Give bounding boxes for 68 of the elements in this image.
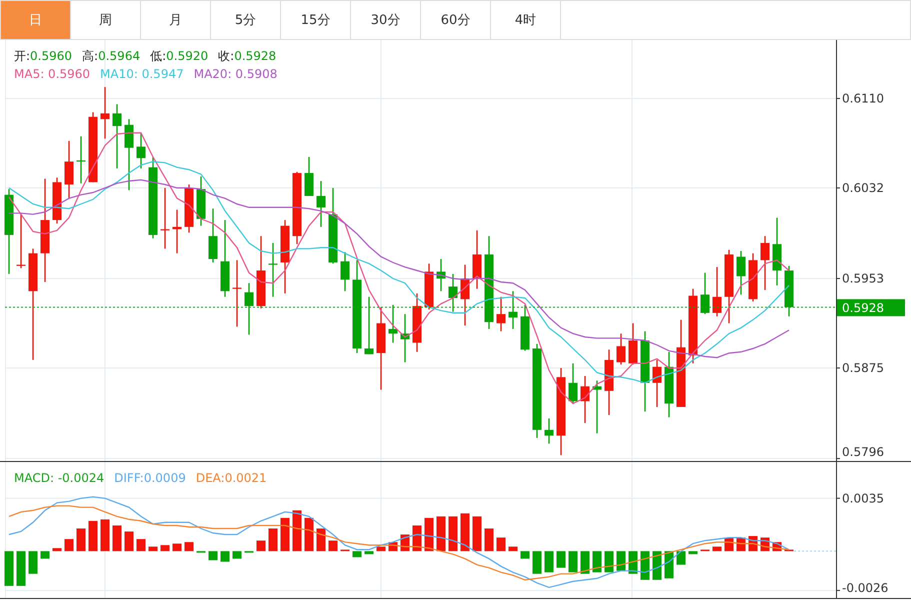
candlestick [448, 274, 458, 312]
candlestick [760, 236, 770, 290]
candlestick [424, 264, 434, 310]
candlestick [112, 104, 122, 168]
candlestick [160, 188, 170, 249]
candlestick [316, 181, 326, 227]
ohlc-reading: 开:0.5960 [14, 48, 72, 65]
candlestick [184, 184, 194, 233]
candlestick [472, 230, 482, 289]
ref-line-label: 0.5928 [842, 301, 884, 316]
axis-label: 0.5953 [842, 272, 884, 286]
ma-reading: MA20: 0.5908 [194, 66, 278, 83]
candlestick [388, 304, 398, 343]
indicator-reading: DIFF:0.0009 [114, 470, 186, 487]
candlestick [592, 380, 602, 434]
candlestick [520, 304, 530, 351]
candlestick [64, 140, 74, 198]
axis-label: 0.6110 [842, 91, 884, 106]
candlestick [232, 260, 242, 327]
candlestick [664, 352, 674, 418]
ohlc-reading: 低:0.5920 [150, 48, 208, 65]
candlestick [16, 213, 26, 268]
candlestick [196, 176, 206, 226]
axis-label: -0.0026 [842, 581, 888, 595]
candlestick [628, 323, 638, 365]
ohlc-reading: 高:0.5964 [82, 48, 140, 65]
candlestick [580, 376, 590, 423]
candlestick [736, 251, 746, 295]
candlestick [496, 296, 506, 332]
candlestick [88, 112, 98, 182]
candlestick [652, 360, 662, 407]
candlestick [52, 178, 62, 224]
axis-label: 0.6032 [842, 180, 884, 195]
candlestick [100, 87, 110, 139]
ma-reading: MA5: 0.5960 [14, 66, 90, 83]
indicator-reading: DEA:0.0021 [196, 470, 267, 487]
candlestick [76, 136, 86, 184]
candlestick [748, 253, 758, 302]
candlestick [124, 119, 134, 190]
candlestick [604, 350, 614, 415]
axis-label: 0.5796 [842, 445, 884, 459]
candlestick [616, 334, 626, 365]
ma-reading: MA10: 0.5947 [100, 66, 184, 83]
indicator-reading: MACD: -0.0024 [14, 470, 104, 487]
candlestick [544, 418, 554, 444]
candlestick [568, 363, 578, 404]
candlestick [208, 208, 218, 262]
candlestick [508, 291, 518, 329]
candlestick [712, 267, 722, 316]
candlestick [700, 272, 710, 314]
last-price-badge: 0.5928 [837, 299, 905, 316]
candlestick [268, 242, 278, 297]
candlestick [244, 283, 254, 335]
candlestick [364, 296, 374, 354]
candlestick [784, 266, 794, 316]
candlestick [172, 210, 182, 254]
candlestick [304, 156, 314, 196]
candlestick [400, 314, 410, 362]
axis-label: 0.0035 [842, 491, 884, 506]
candlestick [136, 132, 146, 168]
candlestick [772, 218, 782, 286]
candlestick [340, 252, 350, 292]
ohlc-reading: 收:0.5928 [218, 48, 276, 65]
candlestick [436, 259, 446, 292]
zero-line [794, 550, 836, 552]
axis-label: 0.5875 [842, 360, 884, 375]
candlestick [460, 264, 470, 326]
candlestick [412, 293, 422, 352]
